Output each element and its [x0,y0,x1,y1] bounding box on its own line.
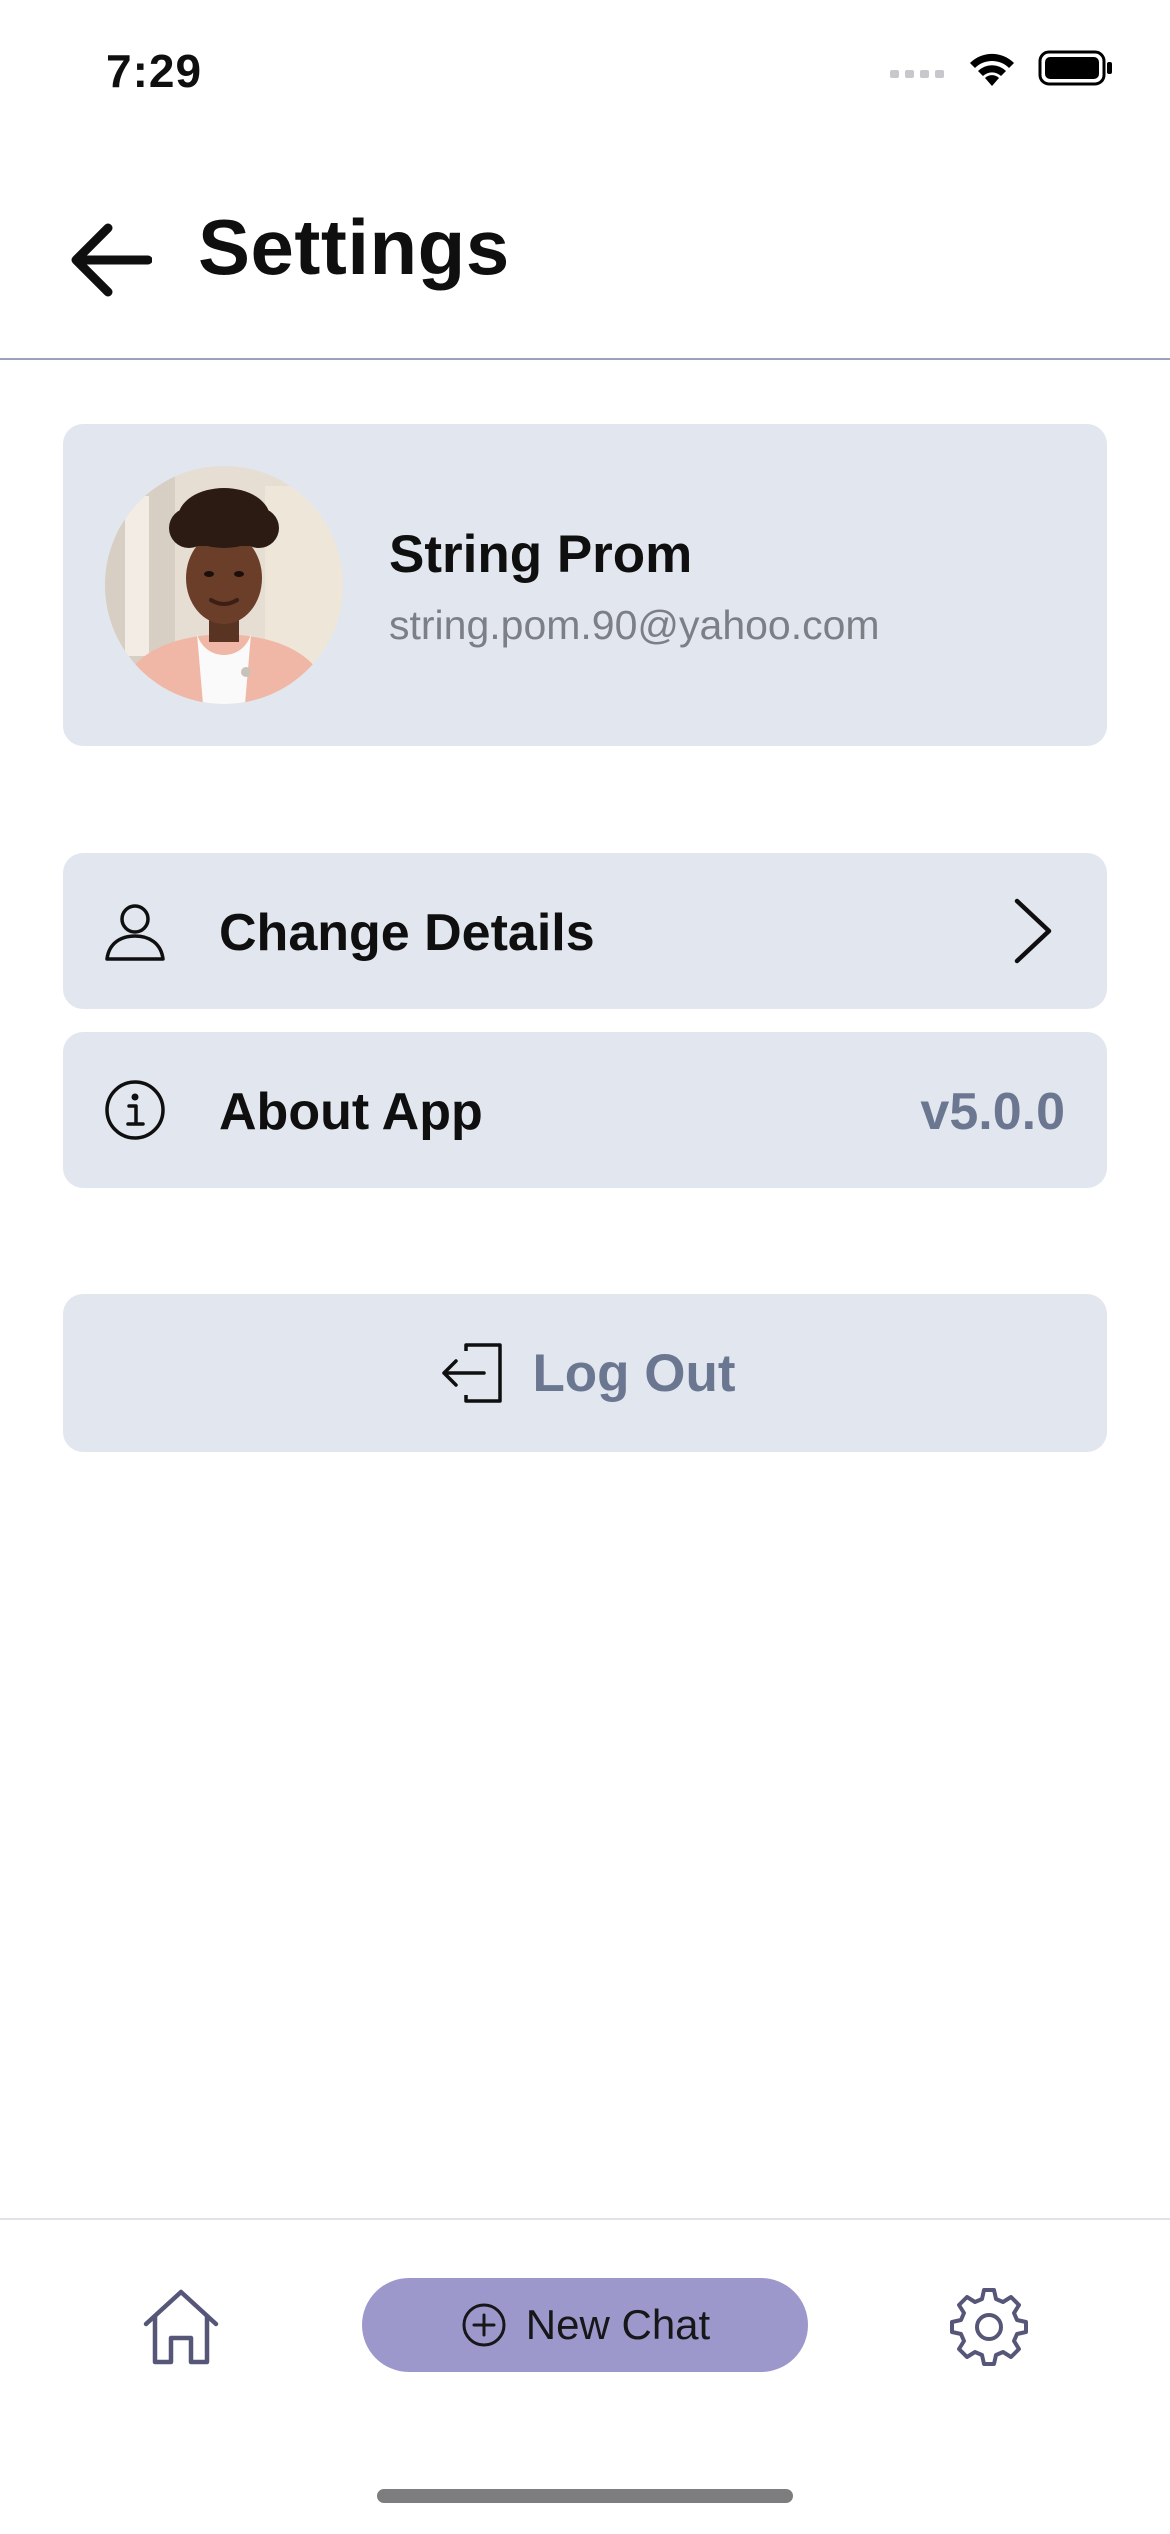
logout-icon [442,1343,503,1403]
logout-button[interactable]: Log Out [63,1294,1107,1452]
cellular-signal-icon [890,70,944,78]
logout-label: Log Out [532,1343,736,1403]
avatar-photo [105,466,343,704]
tab-bar: New Chat [0,2218,1170,2534]
wifi-icon [970,53,1014,86]
new-chat-button[interactable]: New Chat [362,2278,808,2372]
status-bar: 7:29 [0,0,1170,140]
user-icon-wrapper [99,895,171,967]
battery-icon [1038,50,1112,86]
page-title: Settings [198,203,510,291]
new-chat-label: New Chat [525,2301,711,2348]
status-icons [890,48,1114,88]
about-app-row[interactable]: About App v5.0.0 [63,1032,1107,1188]
logout-content: Log Out [440,1341,736,1405]
arrow-left-icon [71,223,152,297]
plus-circle-icon [462,2303,506,2347]
chevron-right-icon [1014,898,1052,964]
info-icon-wrapper [99,1074,171,1146]
profile-name: String Prom [389,525,693,584]
info-icon [105,1080,165,1140]
change-details-label: Change Details [219,904,595,962]
profile-email: string.pom.90@yahoo.com [389,602,880,648]
about-app-label: About App [219,1083,483,1141]
home-indicator[interactable] [377,2489,793,2503]
home-icon[interactable] [140,2286,222,2368]
change-details-row[interactable]: Change Details [63,853,1107,1009]
gear-icon[interactable] [948,2286,1030,2368]
user-icon [105,904,165,961]
header: Settings [0,140,1170,360]
profile-card[interactable]: String Prom string.pom.90@yahoo.com [63,424,1107,746]
app-version: v5.0.0 [920,1083,1065,1141]
avatar [105,466,343,704]
back-button[interactable] [60,210,160,310]
status-time: 7:29 [106,45,203,97]
